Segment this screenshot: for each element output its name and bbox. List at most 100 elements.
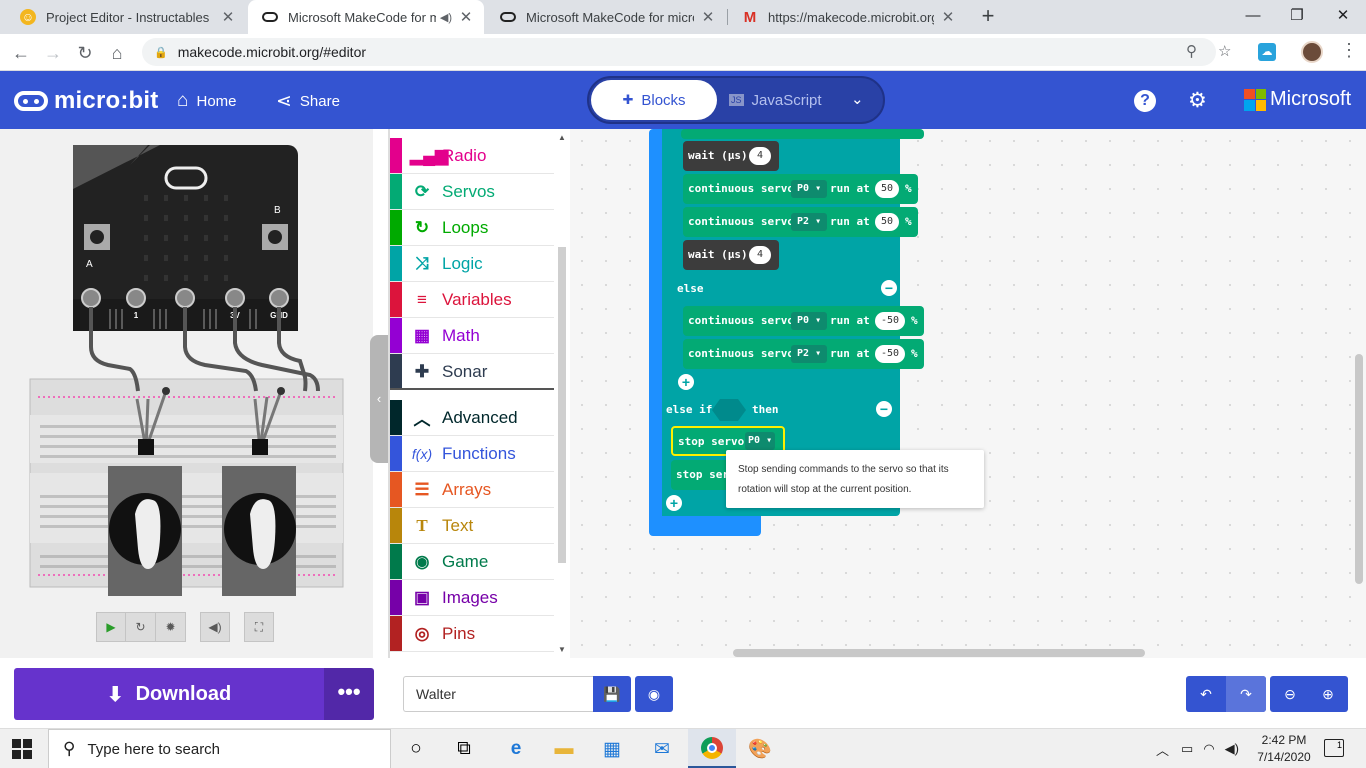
- share-link[interactable]: ⋖ Share: [276, 90, 340, 113]
- help-icon[interactable]: ?: [1134, 90, 1156, 112]
- microsoft-logo[interactable]: Microsoft: [1244, 88, 1351, 111]
- battery-icon[interactable]: ▭: [1181, 741, 1193, 757]
- close-tab-icon[interactable]: ✕: [940, 8, 956, 26]
- category-images[interactable]: ▣ Images: [390, 580, 554, 616]
- close-tab-icon[interactable]: ✕: [700, 8, 716, 26]
- continuous-servo-block[interactable]: continuous servo P0 ▾ run at -50 %: [683, 306, 924, 336]
- chevron-up-icon[interactable]: ︿: [1156, 740, 1169, 759]
- pin-dropdown[interactable]: P2 ▾: [791, 345, 828, 363]
- category-loops[interactable]: ↻ Loops: [390, 210, 554, 246]
- pin-gnd[interactable]: [269, 288, 289, 308]
- speed-value[interactable]: 50: [875, 213, 899, 231]
- category-arrays[interactable]: ☰ Arrays: [390, 472, 554, 508]
- project-name-input[interactable]: [403, 676, 593, 712]
- extension-icon[interactable]: ☁: [1258, 43, 1276, 61]
- browser-menu-icon[interactable]: ⋮: [1340, 40, 1358, 61]
- save-button[interactable]: 💾: [593, 676, 631, 712]
- blocks-workspace[interactable]: wait (µs) 4 continuous servo P0 ▾ run at…: [570, 129, 1366, 658]
- github-button[interactable]: ◉: [635, 676, 673, 712]
- wait-value[interactable]: 4: [749, 246, 771, 264]
- volume-icon[interactable]: ◀): [1225, 741, 1239, 757]
- scrollbar-thumb[interactable]: [558, 247, 566, 563]
- zoom-in-button[interactable]: ⊕: [1308, 676, 1348, 712]
- scroll-down-icon[interactable]: ▼: [558, 645, 566, 654]
- pin-2[interactable]: [175, 288, 195, 308]
- wait-block[interactable]: wait (µs) 4: [683, 141, 779, 171]
- remove-else-icon[interactable]: −: [881, 280, 897, 296]
- continuous-servo-block[interactable]: [681, 129, 924, 139]
- chrome-icon[interactable]: [688, 729, 736, 768]
- category-logic[interactable]: ⤨ Logic: [390, 246, 554, 282]
- wait-value[interactable]: 4: [749, 147, 771, 165]
- collapse-simulator-button[interactable]: ‹: [370, 335, 388, 463]
- close-tab-icon[interactable]: ✕: [458, 8, 474, 26]
- download-button[interactable]: ⬇ Download: [14, 668, 324, 720]
- continuous-servo-block[interactable]: continuous servo P2 ▾ run at 50 %: [683, 207, 918, 237]
- category-functions[interactable]: f(x) Functions: [390, 436, 554, 472]
- undo-button[interactable]: ↶: [1186, 676, 1226, 712]
- pin-dropdown[interactable]: P2 ▾: [791, 213, 828, 231]
- pin-0[interactable]: [81, 288, 101, 308]
- address-bar[interactable]: 🔒 makecode.microbit.org/#editor: [142, 38, 1216, 66]
- javascript-tab[interactable]: JS JavaScript: [729, 80, 839, 120]
- cortana-icon[interactable]: ○: [392, 729, 440, 768]
- category-text[interactable]: T Text: [390, 508, 554, 544]
- scroll-up-icon[interactable]: ▲: [558, 133, 566, 142]
- maximize-button[interactable]: ❐: [1282, 4, 1312, 28]
- mail-icon[interactable]: ✉: [638, 729, 686, 768]
- category-pins[interactable]: ◎ Pins: [390, 616, 554, 652]
- fullscreen-icon[interactable]: ⛶: [244, 612, 274, 642]
- pin-dropdown[interactable]: P0 ▾: [745, 432, 776, 450]
- reload-button[interactable]: ↻: [72, 40, 98, 66]
- zoom-icon[interactable]: ⚲: [1186, 42, 1197, 60]
- continuous-servo-block[interactable]: continuous servo P0 ▾ run at 50 %: [683, 174, 918, 204]
- edge-icon[interactable]: e: [492, 729, 540, 768]
- toolbox-scrollbar[interactable]: ▲ ▼: [554, 129, 568, 658]
- file-explorer-icon[interactable]: ▬: [540, 729, 588, 768]
- new-tab-button[interactable]: +: [976, 4, 1000, 28]
- browser-tab[interactable]: Microsoft MakeCode for micro:bi ✕: [486, 0, 726, 34]
- home-button[interactable]: ⌂: [104, 40, 130, 66]
- pin-1[interactable]: [126, 288, 146, 308]
- bookmark-star-icon[interactable]: ☆: [1218, 42, 1231, 60]
- gear-icon[interactable]: ⚙: [1188, 88, 1207, 113]
- category-servos[interactable]: ⟳ Servos: [390, 174, 554, 210]
- category-advanced[interactable]: ︿ Advanced: [390, 400, 554, 436]
- paint-icon[interactable]: 🎨: [736, 729, 784, 768]
- taskbar-search[interactable]: ⚲ Type here to search: [48, 729, 391, 768]
- mute-icon[interactable]: ◀): [200, 612, 230, 642]
- browser-tab[interactable]: M https://makecode.microbit.org/_I ✕: [728, 0, 966, 34]
- notification-center-icon[interactable]: 1: [1324, 739, 1344, 757]
- speaker-icon[interactable]: ◀): [440, 11, 452, 24]
- forward-button[interactable]: →: [40, 40, 66, 66]
- workspace-vertical-scrollbar[interactable]: [1355, 354, 1363, 584]
- browser-tab-active[interactable]: Microsoft MakeCode for mic ◀) ✕: [248, 0, 484, 34]
- add-branch-icon[interactable]: +: [666, 495, 682, 511]
- blocks-tab[interactable]: ✚ Blocks: [591, 80, 717, 120]
- add-branch-icon[interactable]: +: [678, 374, 694, 390]
- category-math[interactable]: ▦ Math: [390, 318, 554, 354]
- speed-value[interactable]: -50: [875, 345, 905, 363]
- store-icon[interactable]: ▦: [588, 729, 636, 768]
- play-icon[interactable]: ▶: [96, 612, 126, 642]
- category-sonar[interactable]: ✚ Sonar: [390, 354, 554, 390]
- wifi-icon[interactable]: ◠: [1203, 741, 1214, 757]
- workspace-horizontal-scrollbar[interactable]: [733, 649, 1145, 657]
- else-if-row[interactable]: else if then −: [662, 393, 898, 427]
- category-variables[interactable]: ≡ Variables: [390, 282, 554, 318]
- pin-3v[interactable]: [225, 288, 245, 308]
- zoom-out-button[interactable]: ⊖: [1270, 676, 1310, 712]
- speed-value[interactable]: 50: [875, 180, 899, 198]
- debug-icon[interactable]: ✹: [156, 612, 186, 642]
- category-radio[interactable]: ▂▄▆ Radio: [390, 138, 554, 174]
- speed-value[interactable]: -50: [875, 312, 905, 330]
- remove-else-if-icon[interactable]: −: [876, 401, 892, 417]
- home-link[interactable]: ⌂ Home: [177, 90, 237, 112]
- chevron-down-icon[interactable]: ⌄: [851, 90, 864, 108]
- condition-slot[interactable]: [712, 399, 746, 421]
- close-tab-icon[interactable]: ✕: [220, 8, 236, 26]
- minimize-button[interactable]: —: [1238, 4, 1268, 28]
- pin-dropdown[interactable]: P0 ▾: [791, 180, 828, 198]
- browser-tab[interactable]: ☺ Project Editor - Instructables ✕: [6, 0, 246, 34]
- task-view-icon[interactable]: ⧉: [440, 729, 488, 768]
